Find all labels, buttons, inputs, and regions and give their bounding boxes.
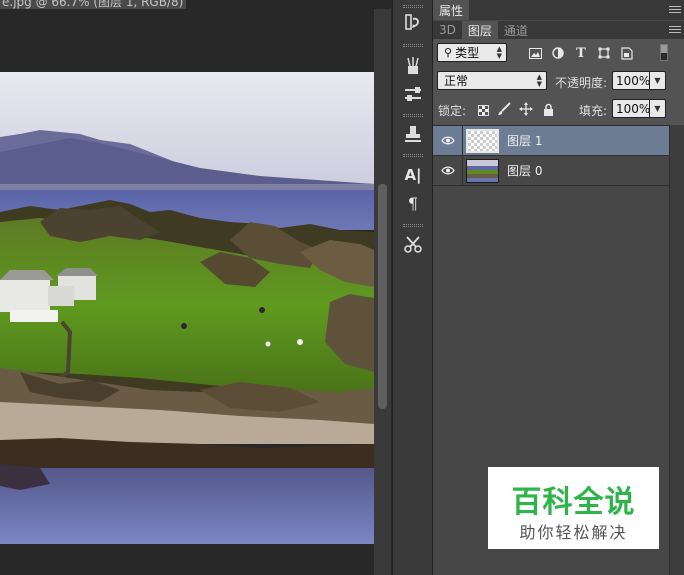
strip-grip[interactable] <box>403 44 423 47</box>
layer-name[interactable]: 图层 0 <box>507 162 542 179</box>
layer-thumbnail-landscape <box>466 158 499 183</box>
tab-layers[interactable]: 图层 <box>461 21 498 39</box>
fill-slider-button[interactable]: ▼ <box>650 99 666 118</box>
layer-filter-kind-dropdown[interactable]: ⚲ 类型 ▲ ▼ <box>437 43 507 62</box>
document-tab-title: e.jpg @ 66.7% (图层 1, RGB/8) <box>2 0 184 9</box>
opacity-value: 100% <box>616 73 651 88</box>
document-scroll-thumb[interactable] <box>378 184 387 409</box>
paragraph-icon[interactable]: ¶ <box>402 193 424 215</box>
character-icon[interactable]: A| <box>402 164 424 186</box>
layers-panel-menu-icon[interactable] <box>669 26 681 34</box>
type-filter-icon[interactable]: T <box>574 46 588 61</box>
layers-vertical-scrollbar[interactable] <box>669 125 684 575</box>
tool-presets-icon[interactable] <box>402 233 424 255</box>
strip-grip[interactable] <box>403 224 423 227</box>
opacity-slider-button[interactable]: ▼ <box>650 71 666 90</box>
watermark-subtitle: 助你轻松解决 <box>519 523 628 542</box>
tab-3d[interactable]: 3D <box>433 21 462 39</box>
clone-source-icon[interactable] <box>402 123 424 145</box>
adjustments-icon[interactable] <box>402 83 424 105</box>
updown-arrows-icon: ▲ ▼ <box>496 45 502 60</box>
brush-presets-icon[interactable] <box>402 55 424 77</box>
layer-row-0[interactable]: 图层 0 <box>433 155 669 186</box>
layers-tabbar: 3D 图层 通道 <box>433 21 684 39</box>
filter-kind-value: 类型 <box>455 46 480 60</box>
properties-panel-menu-icon[interactable] <box>669 6 681 14</box>
opacity-input[interactable]: 100% <box>612 71 650 90</box>
watermark-badge: 百科全说 助你轻松解决 <box>488 467 659 549</box>
smartobject-filter-icon[interactable] <box>620 46 634 60</box>
search-icon: ⚲ <box>444 46 453 59</box>
lock-image-brush-icon[interactable] <box>497 102 511 116</box>
lock-position-move-icon[interactable] <box>519 102 533 116</box>
strip-grip[interactable] <box>403 154 423 157</box>
lock-all-icon[interactable] <box>541 102 555 116</box>
fill-input[interactable]: 100% <box>612 99 650 118</box>
strip-grip[interactable] <box>403 5 423 8</box>
visibility-eye-icon[interactable] <box>433 155 463 186</box>
visibility-eye-icon[interactable] <box>433 125 463 156</box>
strip-grip[interactable] <box>403 114 423 117</box>
properties-tabbar: 属性 <box>433 0 684 20</box>
shape-filter-icon[interactable] <box>597 46 611 60</box>
blend-mode-dropdown[interactable]: 正常 ▲ ▼ <box>437 71 547 90</box>
adjustment-filter-icon[interactable] <box>551 46 565 60</box>
document-vertical-scrollbar[interactable] <box>374 9 391 575</box>
history-brush-icon[interactable] <box>402 12 424 34</box>
watermark-title: 百科全说 <box>511 485 636 520</box>
lock-transparent-icon[interactable] <box>476 103 490 117</box>
fill-value: 100% <box>616 101 651 116</box>
layer-row-1[interactable]: 图层 1 <box>433 125 669 156</box>
panel-tool-strip: A| ¶ <box>392 0 433 575</box>
layer-name[interactable]: 图层 1 <box>507 132 542 149</box>
document-area: e.jpg @ 66.7% (图层 1, RGB/8) <box>0 0 392 575</box>
landscape-photo <box>0 72 374 544</box>
fill-label: 填充: <box>579 104 608 118</box>
layer-thumbnail-transparent <box>466 128 499 153</box>
filter-toggle-switch[interactable] <box>660 44 668 61</box>
document-tab[interactable]: e.jpg @ 66.7% (图层 1, RGB/8) <box>0 0 186 9</box>
updown-arrows-icon: ▲ ▼ <box>536 73 542 88</box>
image-canvas[interactable] <box>0 72 374 544</box>
image-filter-icon[interactable] <box>528 46 542 60</box>
opacity-label: 不透明度: <box>555 76 608 90</box>
blend-mode-value: 正常 <box>444 74 469 88</box>
tab-properties[interactable]: 属性 <box>433 0 470 20</box>
lock-label: 锁定: <box>438 104 467 118</box>
tab-channels[interactable]: 通道 <box>498 21 534 39</box>
